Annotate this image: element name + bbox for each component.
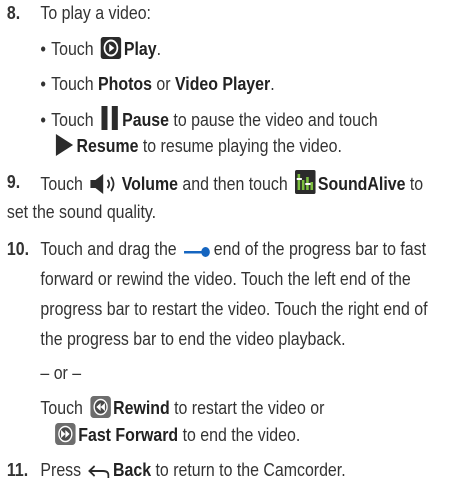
touch-word: Touch	[51, 109, 94, 130]
pause-icon	[101, 106, 120, 136]
touch-word: Touch	[40, 397, 83, 418]
pause-desc: to pause the video and touch	[173, 109, 378, 130]
video-player-label: Video Player	[174, 73, 271, 94]
drag-text: Touch and drag the	[40, 238, 177, 259]
fast-forward-icon	[55, 423, 76, 451]
pause-label: Pause	[122, 109, 170, 130]
progress-slider-icon	[183, 241, 212, 265]
step-number: 10.	[6, 238, 29, 259]
period: .	[270, 73, 275, 94]
touch-word: Touch	[51, 38, 94, 59]
step-text: forward or rewind the video. Touch the l…	[40, 268, 411, 289]
back-label: Back	[113, 459, 152, 480]
to-word: to	[409, 173, 424, 194]
resume-desc: to resume playing the video.	[142, 135, 342, 156]
play-label: Play	[123, 38, 157, 59]
step-text: progress bar to restart the video. Touch…	[40, 298, 428, 319]
soundalive-label: SoundAlive	[317, 173, 406, 194]
resume-label: Resume	[76, 135, 139, 156]
volume-label: Volume	[121, 173, 178, 194]
photos-label: Photos	[98, 73, 152, 94]
volume-icon	[89, 174, 119, 200]
or-text: – or –	[40, 362, 82, 383]
step-text: To play a video:	[40, 2, 151, 23]
bullet: •	[40, 73, 46, 94]
fast-forward-label: Fast Forward	[78, 424, 179, 445]
soundalive-icon	[294, 170, 316, 200]
touch-word: Touch	[40, 173, 83, 194]
play-circle-icon	[100, 37, 122, 65]
fast-forward-desc: to end the video.	[182, 424, 301, 445]
touch-word: Touch	[51, 73, 94, 94]
period: .	[156, 38, 161, 59]
instructions-page: 8. To play a video: • Touch Play. • Touch …	[0, 0, 474, 483]
step-text: the progress bar to end the video playba…	[40, 328, 346, 349]
bullet: •	[40, 109, 46, 130]
play-arrow-icon	[55, 134, 74, 162]
end-text: end of the progress bar to fast	[213, 238, 427, 259]
rewind-desc: to restart the video or	[174, 397, 325, 418]
step-number: 11.	[6, 459, 29, 480]
and-then: and then touch	[182, 173, 288, 194]
step-number: 8.	[6, 2, 21, 23]
or-word: or	[156, 73, 171, 94]
step-text: set the sound quality.	[6, 201, 157, 222]
step-number: 9.	[6, 171, 21, 192]
rewind-label: Rewind	[113, 397, 170, 418]
back-desc: to return to the Camcorder.	[155, 459, 346, 480]
rewind-icon	[89, 396, 111, 424]
back-icon	[88, 462, 110, 486]
press-word: Press	[40, 459, 82, 480]
bullet: •	[40, 38, 46, 59]
